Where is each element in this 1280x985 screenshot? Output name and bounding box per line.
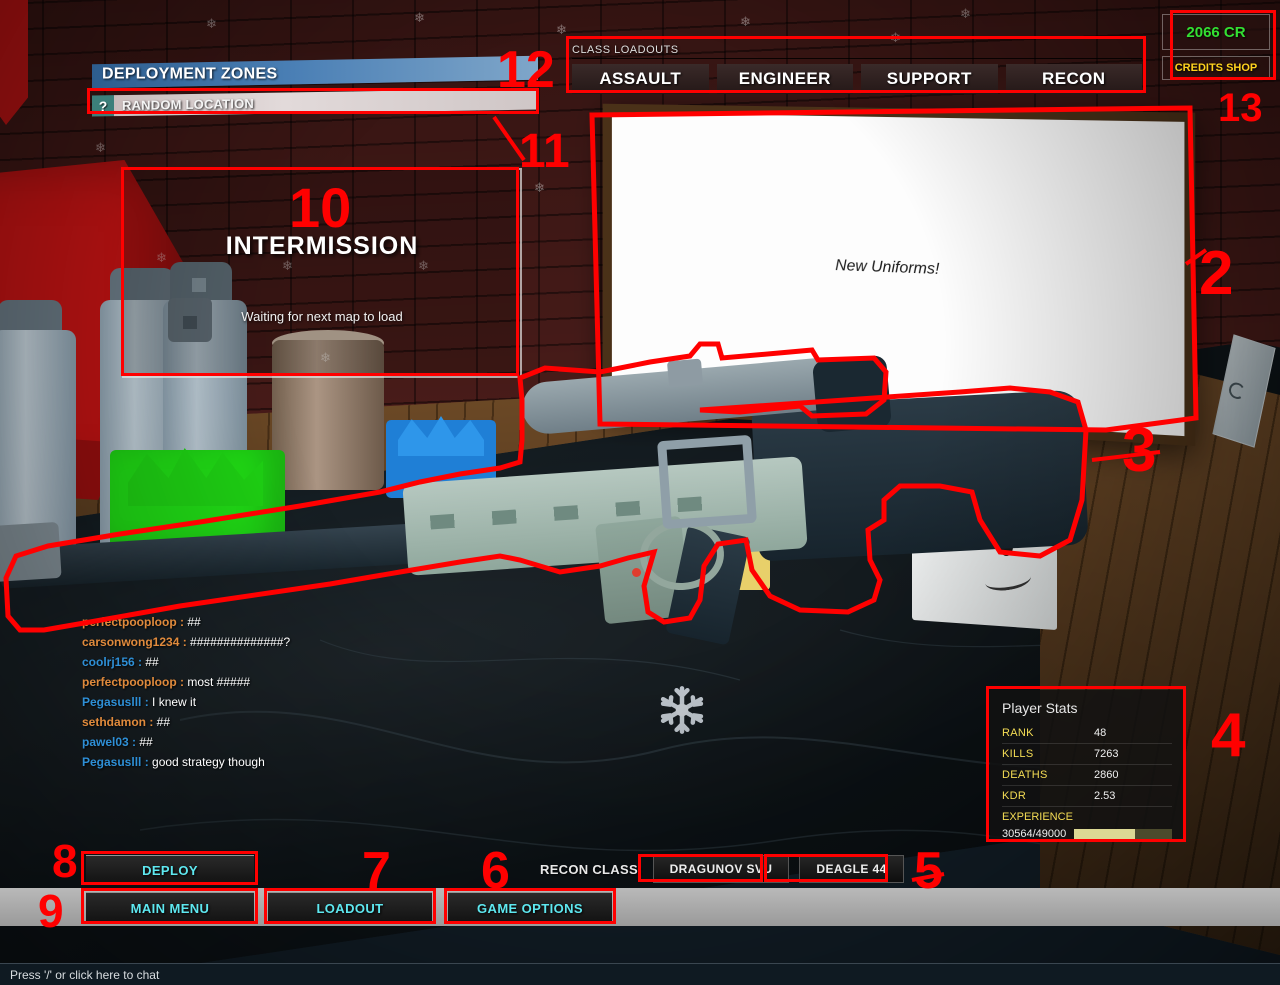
annotation-box-5a: [638, 854, 763, 882]
annotation-number-9: 9: [38, 885, 64, 937]
annotation-number-7: 7: [362, 842, 391, 900]
annotation-outline-2: [3, 105, 1208, 882]
annotation-number-8: 8: [52, 835, 78, 887]
annotation-box-13: [1170, 10, 1276, 80]
game-screen: New Uniforms! ❄ ❄ ❄ ❄ ❄ ❄ ❄ ❄ ❄: [0, 0, 1280, 985]
annotation-overlay: 2 3 4 5 6 7 8 9 10 11 12 13: [0, 0, 1280, 985]
annotation-box-7: [264, 888, 436, 924]
annotation-number-4: 4: [1211, 701, 1246, 770]
annotation-number-2: 2: [1199, 239, 1234, 308]
annotation-box-12: [566, 36, 1146, 93]
annotation-box-9: [81, 888, 258, 924]
annotation-box-11: [87, 88, 539, 114]
annotation-number-6: 6: [481, 842, 510, 900]
annotation-number-5: 5: [914, 842, 943, 900]
annotation-box-10: [121, 167, 519, 376]
annotation-box-8: [81, 851, 258, 885]
annotation-number-11: 11: [519, 125, 570, 178]
annotation-number-12: 12: [497, 41, 555, 99]
annotation-box-4: [986, 686, 1186, 842]
annotation-number-3: 3: [1122, 416, 1157, 485]
annotation-box-6: [444, 888, 616, 924]
annotation-number-13: 13: [1218, 86, 1263, 130]
annotation-number-10: 10: [289, 176, 352, 239]
annotation-box-5b: [764, 854, 888, 882]
